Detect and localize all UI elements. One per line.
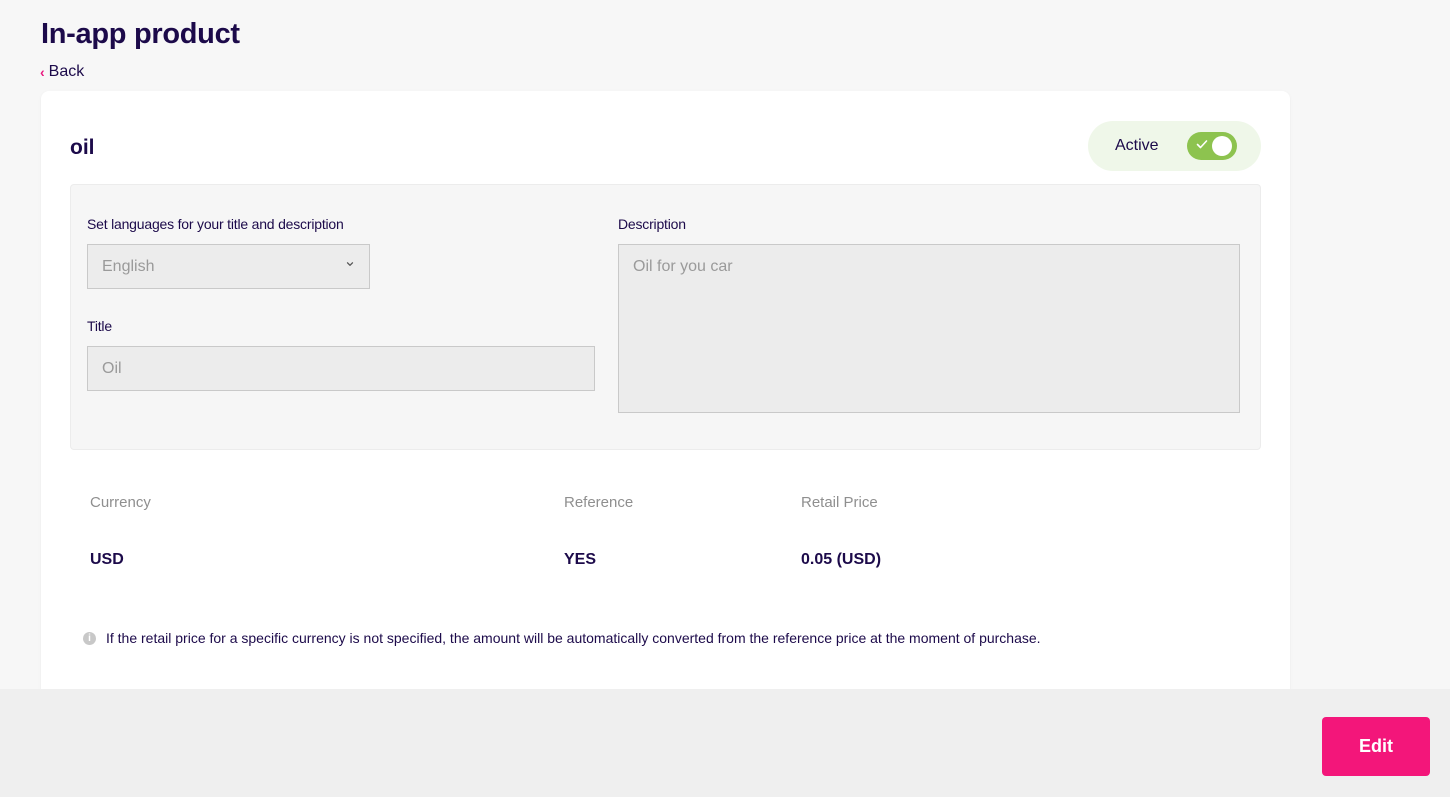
active-toggle[interactable] — [1187, 132, 1237, 160]
currency-header: Currency — [90, 494, 151, 511]
retail-price-cell: 0.05 (USD) — [801, 551, 882, 568]
title-value: Oil — [102, 359, 122, 377]
language-label: Set languages for your title and descrip… — [87, 216, 344, 232]
price-note: i If the retail price for a specific cur… — [83, 630, 1041, 646]
title-input[interactable]: Oil — [87, 346, 595, 391]
status-label: Active — [1115, 137, 1159, 154]
description-value: Oil for you car — [633, 258, 733, 275]
toggle-knob — [1212, 136, 1232, 156]
edit-button[interactable]: Edit — [1322, 717, 1430, 776]
description-input[interactable]: Oil for you car — [618, 244, 1240, 413]
back-link[interactable]: ‹ Back — [40, 63, 84, 81]
title-label: Title — [87, 318, 112, 334]
page-title: In-app product — [41, 18, 240, 50]
description-label: Description — [618, 216, 686, 232]
product-name: oil — [70, 136, 95, 159]
footer-bar — [0, 689, 1450, 797]
chevron-down-icon — [346, 262, 354, 266]
language-select[interactable]: English — [87, 244, 370, 289]
status-pill: Active — [1088, 121, 1261, 171]
reference-header: Reference — [564, 494, 634, 511]
product-card: oil Active Set languages for your title … — [41, 91, 1290, 701]
reference-cell: YES — [564, 551, 597, 568]
language-value: English — [102, 257, 155, 275]
currency-cell: USD — [90, 551, 124, 568]
back-label: Back — [48, 63, 85, 80]
localization-form: Set languages for your title and descrip… — [70, 184, 1261, 450]
retail-price-header: Retail Price — [801, 494, 878, 511]
info-icon: i — [83, 631, 96, 645]
chevron-left-icon: ‹ — [40, 64, 45, 80]
price-note-text: If the retail price for a specific curre… — [106, 630, 1041, 646]
check-icon — [1196, 140, 1208, 149]
